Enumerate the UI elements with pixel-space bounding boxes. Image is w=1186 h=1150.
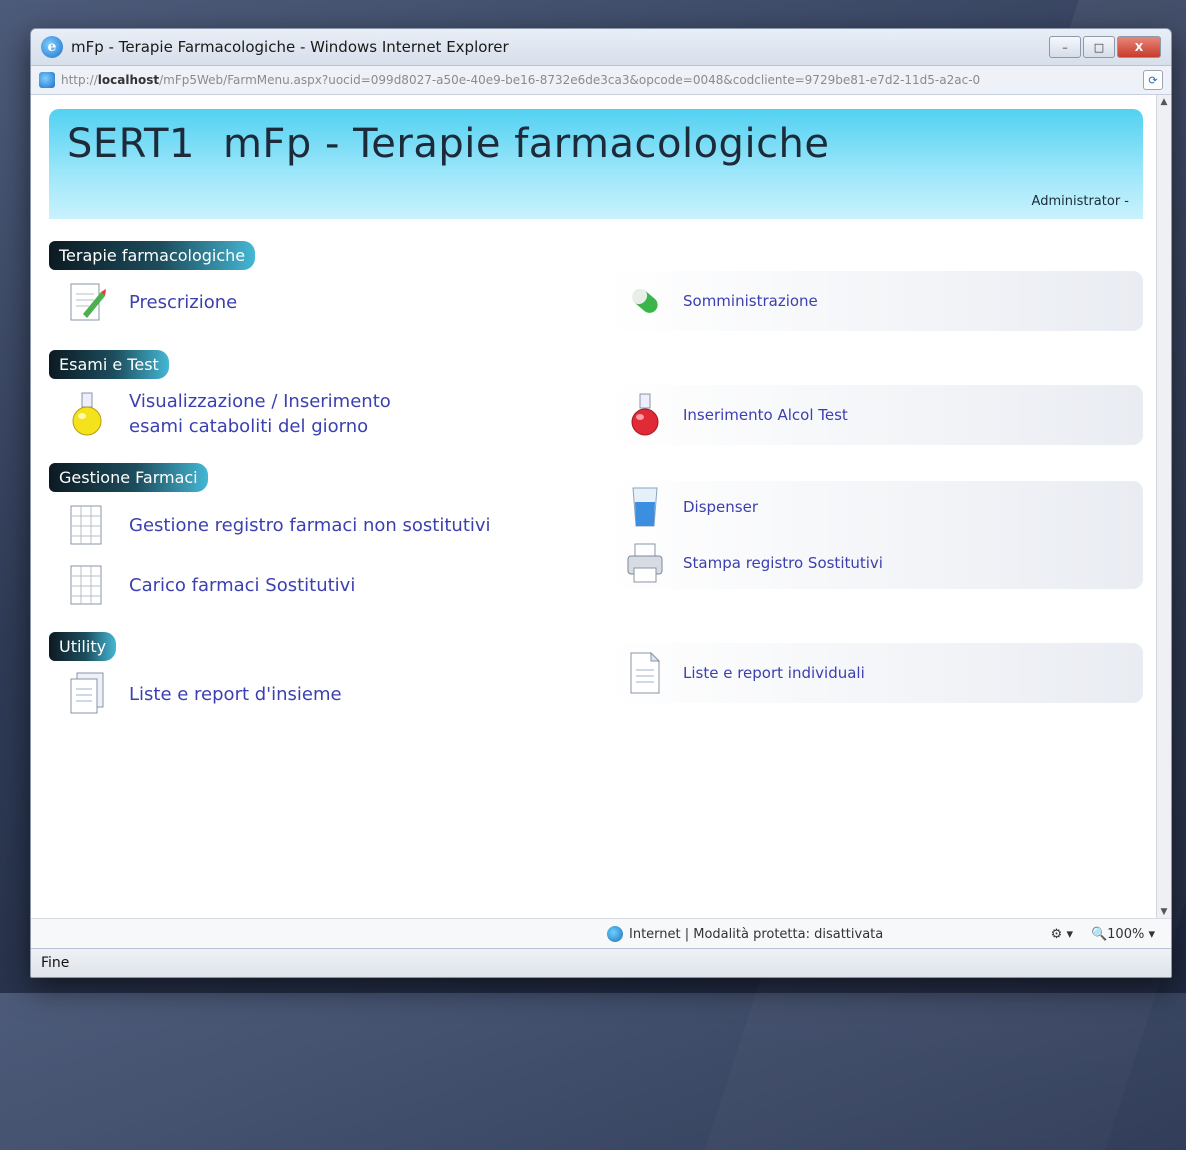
section-farmaci-header: Gestione Farmaci <box>49 463 208 493</box>
left-column: Terapie farmacologiche Prescrizione Esam… <box>49 231 609 731</box>
section-utility-header: Utility <box>49 632 117 662</box>
report-insieme-link[interactable]: Liste e report d'insieme <box>129 682 342 707</box>
report-individuali-link[interactable]: Liste e report individuali <box>683 663 865 684</box>
pill-capsule-icon <box>625 278 665 324</box>
url-host: localhost <box>97 73 160 87</box>
zoom-level: 100% <box>1107 926 1145 942</box>
vertical-scrollbar[interactable]: ▲ ▼ <box>1156 95 1171 919</box>
status-bar: Fine <box>31 948 1171 977</box>
status-text: Fine <box>41 955 70 971</box>
esami-line2: esami cataboliti del giorno <box>129 416 369 438</box>
menu-item-stampa-registro[interactable]: Stampa registro Sostitutivi <box>625 540 883 586</box>
url-field[interactable]: http://localhost/mFp5Web/FarmMenu.aspx?u… <box>61 73 1137 87</box>
close-button[interactable]: X <box>1117 36 1161 58</box>
right-column: Somministrazione Inserimento Alcol Test <box>609 231 1143 731</box>
menu-item-prescrizione[interactable]: Prescrizione <box>67 280 609 326</box>
app-title: mFp - Terapie farmacologiche <box>222 121 830 167</box>
scroll-up-arrow-icon[interactable]: ▲ <box>1157 95 1171 109</box>
document-icon <box>625 650 665 696</box>
section-esami-header: Esami e Test <box>49 350 169 379</box>
printer-icon <box>625 540 665 586</box>
register-grid-icon <box>67 562 107 608</box>
menu-item-dispenser[interactable]: Dispenser <box>625 484 758 530</box>
esami-line1: Visualizzazione / Inserimento <box>129 391 391 412</box>
menu-item-esami-cataboliti[interactable]: Visualizzazione / Inserimento esami cata… <box>67 389 609 439</box>
browser-window: e mFp - Terapie Farmacologiche - Windows… <box>30 28 1172 978</box>
yellow-flask-icon <box>67 391 107 437</box>
security-zone[interactable]: Internet | Modalità protetta: disattivat… <box>607 926 883 942</box>
register-grid-icon <box>67 502 107 548</box>
maximize-button[interactable]: □ <box>1083 36 1115 58</box>
alcol-test-link[interactable]: Inserimento Alcol Test <box>683 405 848 426</box>
menu-item-alcol-test[interactable]: Inserimento Alcol Test <box>609 385 1143 445</box>
menu-item-report-insieme[interactable]: Liste e report d'insieme <box>67 671 609 717</box>
window-controls: – □ X <box>1049 36 1161 58</box>
stampa-registro-link[interactable]: Stampa registro Sostitutivi <box>683 553 883 574</box>
safety-menu-icon[interactable]: ⚙ ▾ <box>1051 927 1073 942</box>
window-title: mFp - Terapie Farmacologiche - Windows I… <box>71 38 509 56</box>
menu-item-report-individuali[interactable]: Liste e report individuali <box>609 643 1143 703</box>
page-icon <box>39 72 55 88</box>
page-title: SERT1 mFp - Terapie farmacologiche <box>67 121 1125 167</box>
documents-icon <box>67 671 107 717</box>
farmaci-right-panel: Dispenser Stampa registro Sostitutivi <box>609 481 1143 589</box>
user-label: Administrator - <box>1031 194 1129 209</box>
menu-item-carico-sostitutivi[interactable]: Carico farmaci Sostitutivi <box>67 562 609 608</box>
menu-columns: Terapie farmacologiche Prescrizione Esam… <box>49 231 1143 731</box>
red-flask-icon <box>625 392 665 438</box>
internet-explorer-icon: e <box>41 36 63 58</box>
minimize-button[interactable]: – <box>1049 36 1081 58</box>
menu-item-registro-non-sostitutivi[interactable]: Gestione registro farmaci non sostitutiv… <box>67 502 609 548</box>
page-content: SERT1 mFp - Terapie farmacologiche Admini… <box>31 95 1157 919</box>
scroll-down-arrow-icon[interactable]: ▼ <box>1157 905 1171 919</box>
url-prefix: http:// <box>61 73 98 87</box>
security-zone-bar: Internet | Modalità protetta: disattivat… <box>31 918 1171 949</box>
menu-item-somministrazione[interactable]: Somministrazione <box>609 271 1143 331</box>
section-terapie-header: Terapie farmacologiche <box>49 241 256 270</box>
address-bar: http://localhost/mFp5Web/FarmMenu.aspx?u… <box>31 66 1171 95</box>
dispenser-link[interactable]: Dispenser <box>683 497 758 518</box>
compatibility-view-icon[interactable]: ⟳ <box>1143 70 1163 90</box>
header-banner: SERT1 mFp - Terapie farmacologiche Admini… <box>49 109 1143 219</box>
registro-non-sostitutivi-link[interactable]: Gestione registro farmaci non sostitutiv… <box>129 513 491 538</box>
esami-cataboliti-link[interactable]: Visualizzazione / Inserimento esami cata… <box>129 389 391 439</box>
title-bar: e mFp - Terapie Farmacologiche - Windows… <box>31 29 1171 66</box>
carico-sostitutivi-link[interactable]: Carico farmaci Sostitutivi <box>129 573 355 598</box>
prescription-pencil-icon <box>67 280 107 326</box>
url-path: /mFp5Web/FarmMenu.aspx?uocid=099d8027-a5… <box>159 73 981 87</box>
org-name: SERT1 <box>67 121 195 167</box>
water-glass-icon <box>625 484 665 530</box>
somministrazione-link[interactable]: Somministrazione <box>683 291 818 312</box>
zoom-control[interactable]: 🔍100% ▾ <box>1091 927 1155 942</box>
security-zone-label: Internet | Modalità protetta: disattivat… <box>629 926 884 942</box>
globe-icon <box>607 926 623 942</box>
prescrizione-link[interactable]: Prescrizione <box>129 290 237 315</box>
